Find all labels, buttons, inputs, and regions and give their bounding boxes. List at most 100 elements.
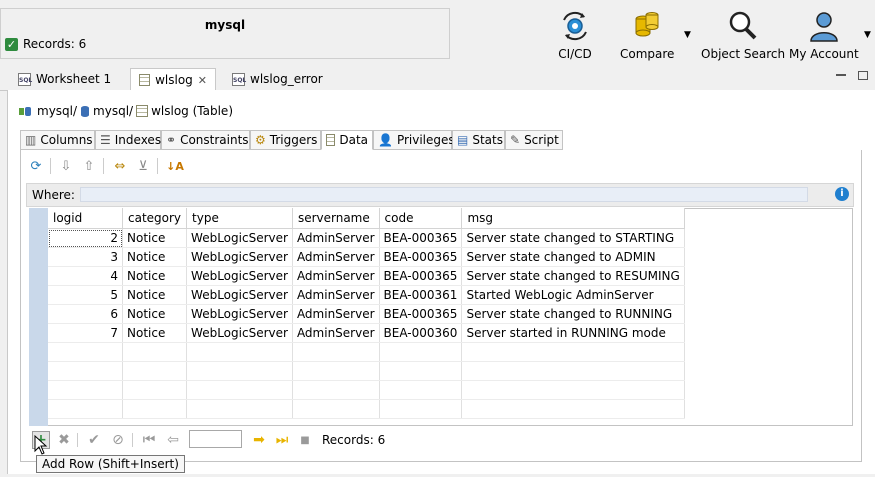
constraints-icon: ⚭: [166, 133, 177, 147]
cell-type[interactable]: WebLogicServer: [186, 228, 293, 248]
subtab-script[interactable]: ✎ Script: [505, 130, 563, 150]
column-header-type[interactable]: type: [186, 208, 293, 229]
subtab-indexes[interactable]: ☰ Indexes: [95, 130, 161, 150]
table-row[interactable]: 4 Notice WebLogicServer AdminServer BEA-…: [48, 266, 685, 286]
cell-logid[interactable]: 7: [48, 323, 123, 343]
cell-logid[interactable]: 3: [48, 247, 123, 267]
next-page-icon[interactable]: ➡: [250, 431, 268, 449]
column-header-logid[interactable]: logid: [48, 208, 123, 229]
column-header-servername[interactable]: servername: [292, 208, 380, 229]
tab-wlslog[interactable]: wlslog ✕: [130, 68, 216, 91]
cell-code[interactable]: BEA-000365: [379, 247, 463, 267]
cell-msg[interactable]: Started WebLogic AdminServer: [461, 285, 685, 305]
cell-msg[interactable]: Server state changed to RUNNING: [461, 304, 685, 324]
column-header-code[interactable]: code: [379, 208, 463, 229]
empty-row: [48, 361, 685, 381]
breadcrumb-connection[interactable]: mysql/: [37, 104, 77, 118]
breadcrumb-table: wlslog (Table): [151, 104, 233, 118]
cell-type[interactable]: WebLogicServer: [186, 285, 293, 305]
subtab-stats[interactable]: ▤ Stats: [452, 130, 505, 150]
import-icon[interactable]: ⇩: [57, 157, 75, 175]
previous-page-icon[interactable]: ⇦: [164, 431, 182, 449]
info-icon[interactable]: i: [835, 187, 849, 201]
cell-msg[interactable]: Server started in RUNNING mode: [461, 323, 685, 343]
apply-changes-icon[interactable]: ✔: [85, 431, 103, 449]
first-page-icon[interactable]: ⏮: [140, 431, 158, 449]
cell-servername[interactable]: AdminServer: [292, 266, 380, 286]
subtab-privileges[interactable]: 👤 Privileges: [373, 130, 455, 150]
cell-msg[interactable]: Server state changed to STARTING: [461, 228, 685, 248]
toolbar-divider: [132, 433, 133, 447]
cell-logid[interactable]: 6: [48, 304, 123, 324]
table-row[interactable]: 5 Notice WebLogicServer AdminServer BEA-…: [48, 285, 685, 305]
column-header-category[interactable]: category: [122, 208, 188, 229]
delete-row-icon[interactable]: ✖: [55, 431, 73, 449]
cell-type[interactable]: WebLogicServer: [186, 323, 293, 343]
object-search-button[interactable]: Object Search: [701, 10, 785, 62]
cell-category[interactable]: Notice: [122, 285, 188, 305]
cell-msg[interactable]: Server state changed to RESUMING: [461, 266, 685, 286]
empty-row: [48, 380, 685, 400]
empty-row: [48, 342, 685, 362]
breadcrumb-schema[interactable]: mysql/: [93, 104, 133, 118]
my-account-button[interactable]: My Account: [789, 10, 859, 62]
cell-code[interactable]: BEA-000360: [379, 323, 463, 343]
table-row[interactable]: 6 Notice WebLogicServer AdminServer BEA-…: [48, 304, 685, 324]
stop-icon[interactable]: ■: [296, 431, 314, 449]
tab-worksheet-1[interactable]: SQL Worksheet 1: [10, 68, 130, 90]
fit-columns-icon[interactable]: ⇔: [111, 157, 129, 175]
cell-logid[interactable]: 5: [48, 285, 123, 305]
cell-code[interactable]: BEA-000361: [379, 285, 463, 305]
cell-servername[interactable]: AdminServer: [292, 285, 380, 305]
cell-servername[interactable]: AdminServer: [292, 228, 380, 248]
close-icon[interactable]: ✕: [198, 74, 207, 87]
cell-category[interactable]: Notice: [122, 323, 188, 343]
minimize-icon[interactable]: [836, 74, 846, 76]
subtab-label: Data: [339, 133, 368, 147]
refresh-icon[interactable]: ⟳: [27, 157, 45, 175]
page-number-input[interactable]: [189, 430, 242, 448]
cicd-button[interactable]: CI/CD: [558, 10, 592, 62]
compare-button[interactable]: Compare: [620, 10, 674, 62]
cell-category[interactable]: Notice: [122, 266, 188, 286]
last-page-icon[interactable]: ⏭: [273, 431, 291, 449]
filter-icon[interactable]: ⊻: [134, 157, 152, 175]
account-dropdown-icon[interactable]: ▼: [864, 30, 871, 40]
object-search-label: Object Search: [701, 47, 786, 61]
records-count-label: Records: 6: [23, 37, 87, 51]
subtab-triggers[interactable]: ⚙ Triggers: [250, 130, 321, 150]
user-icon: [808, 10, 840, 42]
table-row[interactable]: 3 Notice WebLogicServer AdminServer BEA-…: [48, 247, 685, 267]
cell-msg[interactable]: Server state changed to ADMIN: [461, 247, 685, 267]
maximize-icon[interactable]: [858, 71, 868, 80]
cell-logid[interactable]: 2: [48, 228, 123, 248]
cell-logid[interactable]: 4: [48, 266, 123, 286]
cell-servername[interactable]: AdminServer: [292, 304, 380, 324]
cell-code[interactable]: BEA-000365: [379, 304, 463, 324]
tooltip: Add Row (Shift+Insert): [36, 455, 185, 473]
cell-servername[interactable]: AdminServer: [292, 247, 380, 267]
cell-category[interactable]: Notice: [122, 247, 188, 267]
table-row[interactable]: 2 Notice WebLogicServer AdminServer BEA-…: [48, 228, 685, 248]
export-icon[interactable]: ⇧: [80, 157, 98, 175]
cell-type[interactable]: WebLogicServer: [186, 247, 293, 267]
where-input[interactable]: [80, 187, 808, 202]
table-row[interactable]: 7 Notice WebLogicServer AdminServer BEA-…: [48, 323, 685, 343]
sort-az-icon[interactable]: ↓A: [166, 157, 184, 175]
subtab-constraints[interactable]: ⚭ Constraints: [161, 130, 250, 150]
subtab-data[interactable]: Data: [321, 130, 373, 150]
cell-category[interactable]: Notice: [122, 304, 188, 324]
row-header-gutter[interactable]: [29, 208, 48, 426]
cell-servername[interactable]: AdminServer: [292, 323, 380, 343]
cell-code[interactable]: BEA-000365: [379, 228, 463, 248]
tab-wlslog-error[interactable]: SQL wlslog_error: [224, 68, 334, 90]
compare-dropdown-icon[interactable]: ▼: [684, 30, 691, 40]
cell-type[interactable]: WebLogicServer: [186, 266, 293, 286]
cell-type[interactable]: WebLogicServer: [186, 304, 293, 324]
cell-code[interactable]: BEA-000365: [379, 266, 463, 286]
subtab-columns[interactable]: ▥ Columns: [20, 130, 95, 150]
stats-icon: ▤: [457, 133, 469, 147]
column-header-msg[interactable]: msg: [461, 208, 685, 229]
cancel-changes-icon[interactable]: ⊘: [109, 431, 127, 449]
cell-category[interactable]: Notice: [122, 228, 188, 248]
